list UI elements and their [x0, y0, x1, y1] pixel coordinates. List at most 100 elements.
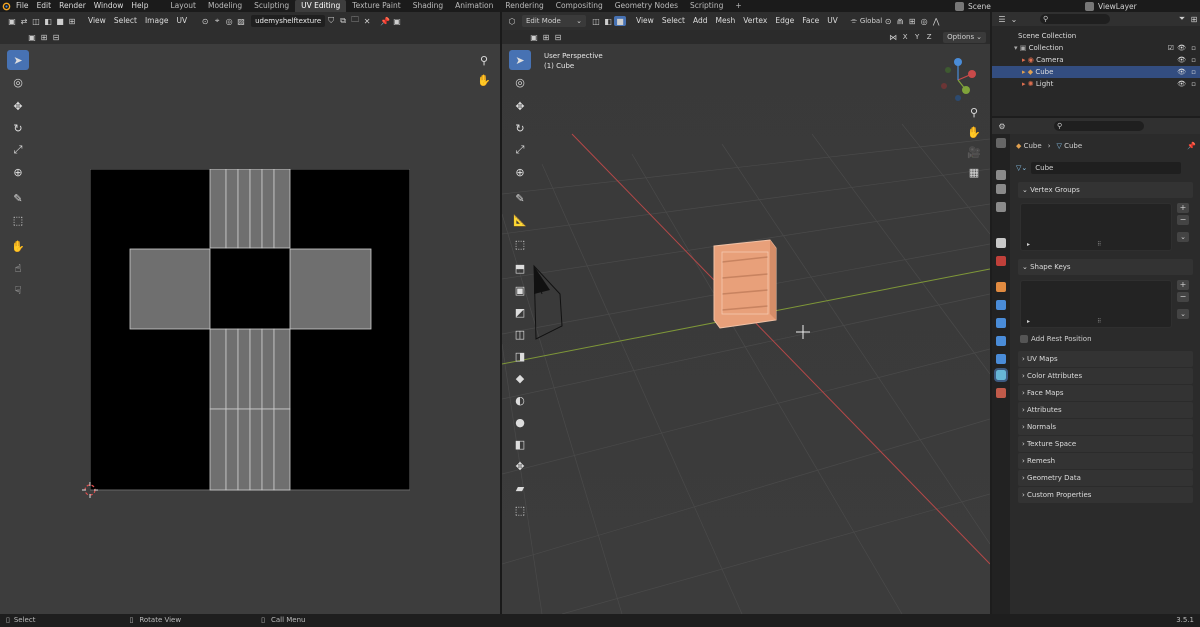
fake-user-icon[interactable]: ⛉	[325, 16, 337, 26]
grab-tool-icon[interactable]: ✋	[7, 236, 29, 256]
poly-build-tool-icon[interactable]: ◆	[509, 368, 531, 388]
eye-icon[interactable]: 👁	[1177, 54, 1186, 66]
display-mode-icon[interactable]: ⌄	[1008, 14, 1020, 24]
orientation-icon[interactable]: ⌯	[848, 16, 860, 26]
world-tab-icon[interactable]	[996, 256, 1006, 266]
tool-tab-icon[interactable]	[996, 138, 1006, 148]
inset-tool-icon[interactable]: ▣	[509, 280, 531, 300]
edge-select-icon[interactable]: ◧	[602, 16, 614, 26]
vertex-group-specials-button[interactable]: ⌄	[1177, 232, 1189, 242]
sticky-select-icon[interactable]: ⊞	[66, 16, 78, 26]
mirror-z[interactable]: Z	[923, 32, 935, 42]
uv-menu-image[interactable]: Image	[141, 15, 173, 27]
outliner-cube[interactable]: ▸ ◆ Cube 👁 ▫	[992, 66, 1200, 78]
spin-tool-icon[interactable]: ◐	[509, 390, 531, 410]
loop-cut-tool-icon[interactable]: ◫	[509, 324, 531, 344]
face-maps-panel[interactable]: › Face Maps	[1018, 385, 1193, 401]
mirror-x[interactable]: X	[899, 32, 911, 42]
list-resize-grip-icon[interactable]: ⠿	[1097, 318, 1101, 325]
normals-panel[interactable]: › Normals	[1018, 419, 1193, 435]
image-name-field[interactable]: udemyshelftexture	[251, 15, 326, 27]
select-box-tool-icon[interactable]: ➤	[7, 50, 29, 70]
add-vertex-group-button[interactable]: +	[1177, 203, 1189, 213]
extrude-tool-icon[interactable]: ⬒	[509, 258, 531, 278]
vp-cursor-tool-icon[interactable]: ◎	[509, 72, 531, 92]
uv-menu-uv[interactable]: UV	[172, 15, 191, 27]
outliner-camera[interactable]: ▸ ◉ Camera 👁 ▫	[992, 54, 1200, 66]
menu-help[interactable]: Help	[127, 0, 152, 12]
vp-annotate-tool-icon[interactable]: ✎	[509, 188, 531, 208]
vp-scale-tool-icon[interactable]: ⤢	[509, 140, 531, 160]
snap-magnet-icon[interactable]: ⋒	[894, 16, 906, 26]
tab-rendering[interactable]: Rendering	[499, 0, 549, 12]
vertex-groups-panel[interactable]: ⌄ Vertex Groups	[1018, 182, 1193, 198]
object-tab-icon[interactable]	[996, 282, 1006, 292]
proportional-icon[interactable]: ◎	[223, 16, 235, 26]
vp-menu-edge[interactable]: Edge	[771, 15, 798, 27]
zoom-icon[interactable]: ⚲	[476, 50, 492, 70]
vp-transform-tool-icon[interactable]: ⊕	[509, 162, 531, 182]
add-cube-tool-icon[interactable]: ⬚	[509, 234, 531, 254]
smooth-tool-icon[interactable]: ●	[509, 412, 531, 432]
2d-cursor-icon[interactable]	[82, 482, 98, 498]
rip-region-tool-icon[interactable]: ⬚	[509, 500, 531, 520]
vp-pan-icon[interactable]: ✋	[966, 122, 982, 142]
uv-maps-panel[interactable]: › UV Maps	[1018, 351, 1193, 367]
modifier-tab-icon[interactable]	[996, 300, 1006, 310]
mesh-data-browse-icon[interactable]: ▽⌄	[1016, 164, 1027, 172]
filter-icon[interactable]: ⏷	[1176, 14, 1188, 24]
checkbox-icon[interactable]: ☑	[1168, 42, 1174, 54]
3d-viewport[interactable]: User Perspective (1) Cube ➤ ◎ ✥ ↻ ⤢ ⊕ ✎ …	[502, 44, 990, 614]
select-mode-face-icon[interactable]: ■	[54, 16, 66, 26]
measure-tool-icon[interactable]: 📐	[509, 210, 531, 230]
relax-tool-icon[interactable]: ☝	[7, 258, 29, 278]
pinch-tool-icon[interactable]: ☟	[7, 280, 29, 300]
physics-tab-icon[interactable]	[996, 336, 1006, 346]
ortho-toggle-icon[interactable]: ▦	[966, 162, 982, 182]
vp-move-tool-icon[interactable]: ✥	[509, 96, 531, 116]
image-type-icon[interactable]: ▨	[235, 16, 247, 26]
add-shape-key-button[interactable]: +	[1177, 280, 1189, 290]
viewport-editor-type-icon[interactable]: ⬡	[506, 16, 518, 26]
mirror-icon[interactable]: ⋈	[887, 32, 899, 42]
color-attributes-panel[interactable]: › Color Attributes	[1018, 368, 1193, 384]
shrink-tool-icon[interactable]: ✥	[509, 456, 531, 476]
tab-animation[interactable]: Animation	[449, 0, 499, 12]
transform-tool-icon[interactable]: ⊕	[7, 162, 29, 182]
uv-menu-view[interactable]: View	[84, 15, 110, 27]
tab-layout[interactable]: Layout	[164, 0, 202, 12]
texture-space-panel[interactable]: › Texture Space	[1018, 436, 1193, 452]
3d-cursor-icon[interactable]	[796, 325, 810, 339]
properties-search-input[interactable]: ⚲	[1054, 121, 1144, 131]
new-collection-icon[interactable]: ⊞	[1188, 14, 1200, 24]
pivot-icon[interactable]: ⊙	[199, 16, 211, 26]
mirror-y[interactable]: Y	[911, 32, 923, 42]
shape-keys-list[interactable]: ▸ ⠿	[1020, 280, 1172, 328]
remove-vertex-group-button[interactable]: −	[1177, 215, 1189, 225]
pin-icon[interactable]: 📌	[379, 16, 391, 26]
uv-sync-icon[interactable]: ⇄	[18, 16, 30, 26]
shelf-object[interactable]	[710, 234, 782, 334]
vp-menu-uv[interactable]: UV	[823, 15, 842, 27]
pivot-point-icon[interactable]: ⊙	[882, 16, 894, 26]
blender-logo-icon[interactable]	[0, 1, 12, 11]
properties-type-icon[interactable]: ⚙	[996, 121, 1008, 131]
camera-toggle-icon[interactable]: ▫	[1191, 66, 1196, 78]
camera-toggle-icon[interactable]: ▫	[1191, 78, 1196, 90]
vp-select-new-icon[interactable]: ▣	[528, 32, 540, 42]
vp-select-extend-icon[interactable]: ⊞	[540, 32, 552, 42]
pin-icon[interactable]: 📌	[1187, 142, 1196, 150]
vp-menu-face[interactable]: Face	[798, 15, 823, 27]
tab-sculpting[interactable]: Sculpting	[248, 0, 295, 12]
custom-properties-panel[interactable]: › Custom Properties	[1018, 487, 1193, 503]
material-tab-icon[interactable]	[996, 388, 1006, 398]
cursor-tool-icon[interactable]: ◎	[7, 72, 29, 92]
tab-modeling[interactable]: Modeling	[202, 0, 248, 12]
rotate-tool-icon[interactable]: ↻	[7, 118, 29, 138]
tab-shading[interactable]: Shading	[407, 0, 449, 12]
vp-menu-vertex[interactable]: Vertex	[739, 15, 771, 27]
mesh-name-field[interactable]: Cube	[1031, 162, 1182, 174]
select-mode-vertex-icon[interactable]: ◫	[30, 16, 42, 26]
data-tab-icon[interactable]	[994, 368, 1008, 382]
transform-orientation[interactable]: Global	[860, 17, 882, 25]
